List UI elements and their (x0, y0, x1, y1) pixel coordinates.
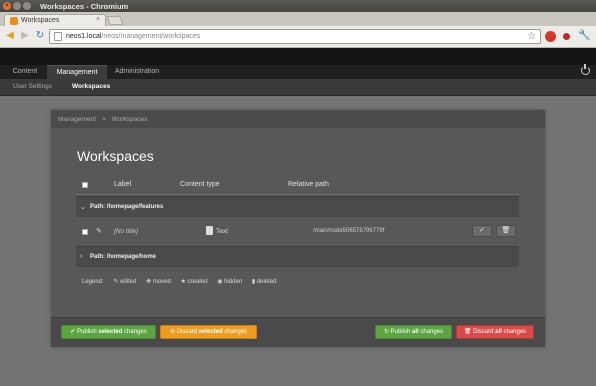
wrench-menu-icon[interactable]: 🔧 (578, 30, 590, 42)
sub-item-workspaces[interactable]: Workspaces (72, 83, 110, 90)
window-minimize-button[interactable] (13, 2, 21, 10)
browser-tab-title: Workspaces (21, 17, 60, 24)
tab-content[interactable]: Content (6, 65, 44, 79)
legend-created: ★ created (180, 279, 208, 285)
page-icon (54, 32, 62, 41)
reload-icon[interactable]: ↻ (34, 30, 46, 42)
bookmark-star-icon[interactable]: ☆ (527, 31, 536, 42)
row-content-type: Text (216, 228, 228, 235)
breadcrumb-separator: > (101, 116, 106, 123)
power-icon[interactable] (581, 64, 590, 75)
neos-favicon-icon (10, 17, 18, 25)
legend: Legend: ✎ edited ✥ moved ★ created ◉ hid… (82, 278, 277, 285)
row-relative-path: /main/node506578796779f (313, 228, 385, 234)
publish-all-button[interactable]: ↻ Publish all changes (375, 325, 452, 339)
chevron-right-icon[interactable]: › (80, 253, 82, 260)
sub-navigation: User Settings Workspaces (0, 79, 596, 96)
discard-node-button[interactable]: 🗑 (496, 225, 516, 237)
breadcrumb-workspaces: Workspaces (111, 116, 148, 123)
browser-tab[interactable]: Workspaces × (4, 14, 106, 26)
legend-title: Legend: (82, 279, 104, 285)
discard-selected-button[interactable]: ⊘ Discard selected changes (160, 325, 257, 339)
pencil-icon: ✎ (96, 228, 102, 235)
column-header-relative-path: Relative path (288, 181, 329, 188)
path-group-row[interactable]: › Path: /homepage/home (76, 246, 519, 267)
chevron-down-icon[interactable]: ⌄ (80, 203, 86, 211)
window-title: Workspaces - Chromium (40, 2, 129, 11)
tab-close-icon[interactable]: × (96, 16, 100, 23)
browser-toolbar: ◀ ▶ ↻ neos1.local/neos/management/worksp… (0, 26, 596, 48)
column-header-content-type: Content type (180, 181, 220, 188)
tab-administration[interactable]: Administration (111, 65, 163, 79)
stop-extension-icon[interactable] (561, 31, 572, 42)
forward-arrow-icon[interactable]: ▶ (19, 30, 31, 42)
legend-hidden: ◉ hidden (217, 279, 243, 285)
new-tab-button[interactable] (106, 16, 124, 25)
page-title: Workspaces (77, 148, 154, 164)
window-titlebar: × Workspaces - Chromium (0, 0, 596, 12)
path-group-label: Path: /homepage/features (90, 204, 164, 210)
main-navigation: Content Management Administration (0, 64, 596, 79)
window-maximize-button[interactable] (23, 2, 31, 10)
workspaces-panel: Management > Workspaces Workspaces Label C… (51, 110, 545, 347)
row-checkbox[interactable] (82, 229, 88, 235)
discard-all-button[interactable]: 🗑 Discard all changes (456, 325, 534, 339)
publish-selected-button[interactable]: ✔ Publish selected changes (61, 325, 156, 339)
breadcrumb-management[interactable]: Management (58, 116, 96, 123)
back-arrow-icon[interactable]: ◀ (4, 30, 16, 42)
sub-item-user-settings[interactable]: User Settings (13, 83, 52, 90)
path-group-label: Path: /homepage/home (90, 254, 157, 260)
address-bar[interactable]: neos1.local/neos/management/workspaces ☆ (49, 29, 541, 44)
legend-deleted: ▮ deleted (251, 279, 277, 285)
window-close-button[interactable]: × (3, 2, 11, 10)
tab-management[interactable]: Management (47, 65, 107, 79)
action-footer: ✔ Publish selected changes ⊘ Discard sel… (51, 317, 545, 347)
address-url: neos1.local/neos/management/workspaces (66, 33, 201, 40)
header-divider (76, 194, 519, 195)
path-group-row[interactable]: ⌄ Path: /homepage/features (76, 196, 519, 217)
select-all-checkbox[interactable] (82, 182, 88, 188)
document-icon (206, 226, 213, 235)
breadcrumb: Management > Workspaces (51, 110, 545, 128)
legend-moved: ✥ moved (146, 279, 171, 285)
browser-tabstrip: Workspaces × (0, 12, 596, 26)
app-top-bar (0, 48, 596, 65)
legend-edited: ✎ edited (113, 279, 137, 285)
extension-icon[interactable] (545, 31, 556, 42)
table-row: ✎ [No title] Text /main/node506578796779… (76, 221, 519, 243)
column-header-label: Label (114, 181, 132, 188)
row-label: [No title] (114, 228, 138, 235)
publish-node-button[interactable]: ✓ (472, 225, 492, 237)
